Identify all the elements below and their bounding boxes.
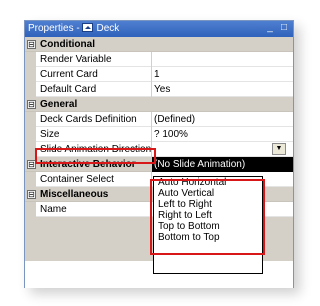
property-value[interactable]: ? 100%	[154, 129, 188, 140]
property-row-render-variable[interactable]: Render Variable	[25, 52, 293, 67]
collapse-icon[interactable]: ⊟	[27, 190, 36, 199]
title-text: Properties - Deck	[28, 23, 119, 34]
property-name: Deck Cards Definition	[40, 114, 137, 125]
collapse-icon[interactable]: ⊟	[27, 100, 36, 109]
property-name: Default Card	[40, 84, 97, 95]
category-general[interactable]: ⊟ General	[25, 97, 293, 112]
property-name: Name	[40, 204, 67, 215]
minimize-button[interactable]: _	[264, 22, 276, 34]
property-row-deck-cards-definition[interactable]: Deck Cards Definition (Defined)	[25, 112, 293, 127]
collapse-icon[interactable]: ⊟	[27, 40, 36, 49]
category-label: Conditional	[40, 39, 95, 50]
category-label: Miscellaneous	[40, 189, 109, 200]
property-value[interactable]: (Defined)	[154, 114, 195, 125]
property-row-current-card[interactable]: Current Card 1	[25, 67, 293, 82]
property-name: Current Card	[40, 69, 98, 80]
highlight-box-property	[35, 148, 156, 164]
property-row-default-card[interactable]: Default Card Yes	[25, 82, 293, 97]
property-value[interactable]: 1	[154, 69, 160, 80]
category-label: General	[40, 99, 78, 110]
property-row-size[interactable]: Size ? 100%	[25, 127, 293, 142]
category-conditional[interactable]: ⊟ Conditional	[25, 37, 293, 52]
title-bar: Properties - Deck _ □	[25, 21, 293, 37]
dropdown-arrow-button[interactable]: ▼	[272, 143, 286, 155]
highlight-box-options	[150, 179, 265, 255]
properties-panel: Properties - Deck _ □ ⊟ Conditional Rend…	[24, 20, 294, 288]
property-name: Render Variable	[40, 54, 112, 65]
property-value[interactable]: Yes	[154, 84, 170, 95]
window-title: Properties -	[28, 23, 80, 34]
deck-object-icon	[82, 23, 94, 32]
window-object-name: Deck	[96, 23, 120, 34]
property-name: Container Select	[40, 174, 114, 185]
property-name: Size	[40, 129, 60, 140]
close-button[interactable]: □	[278, 22, 290, 34]
selected-dropdown-value[interactable]: (No Slide Animation)	[152, 157, 293, 172]
